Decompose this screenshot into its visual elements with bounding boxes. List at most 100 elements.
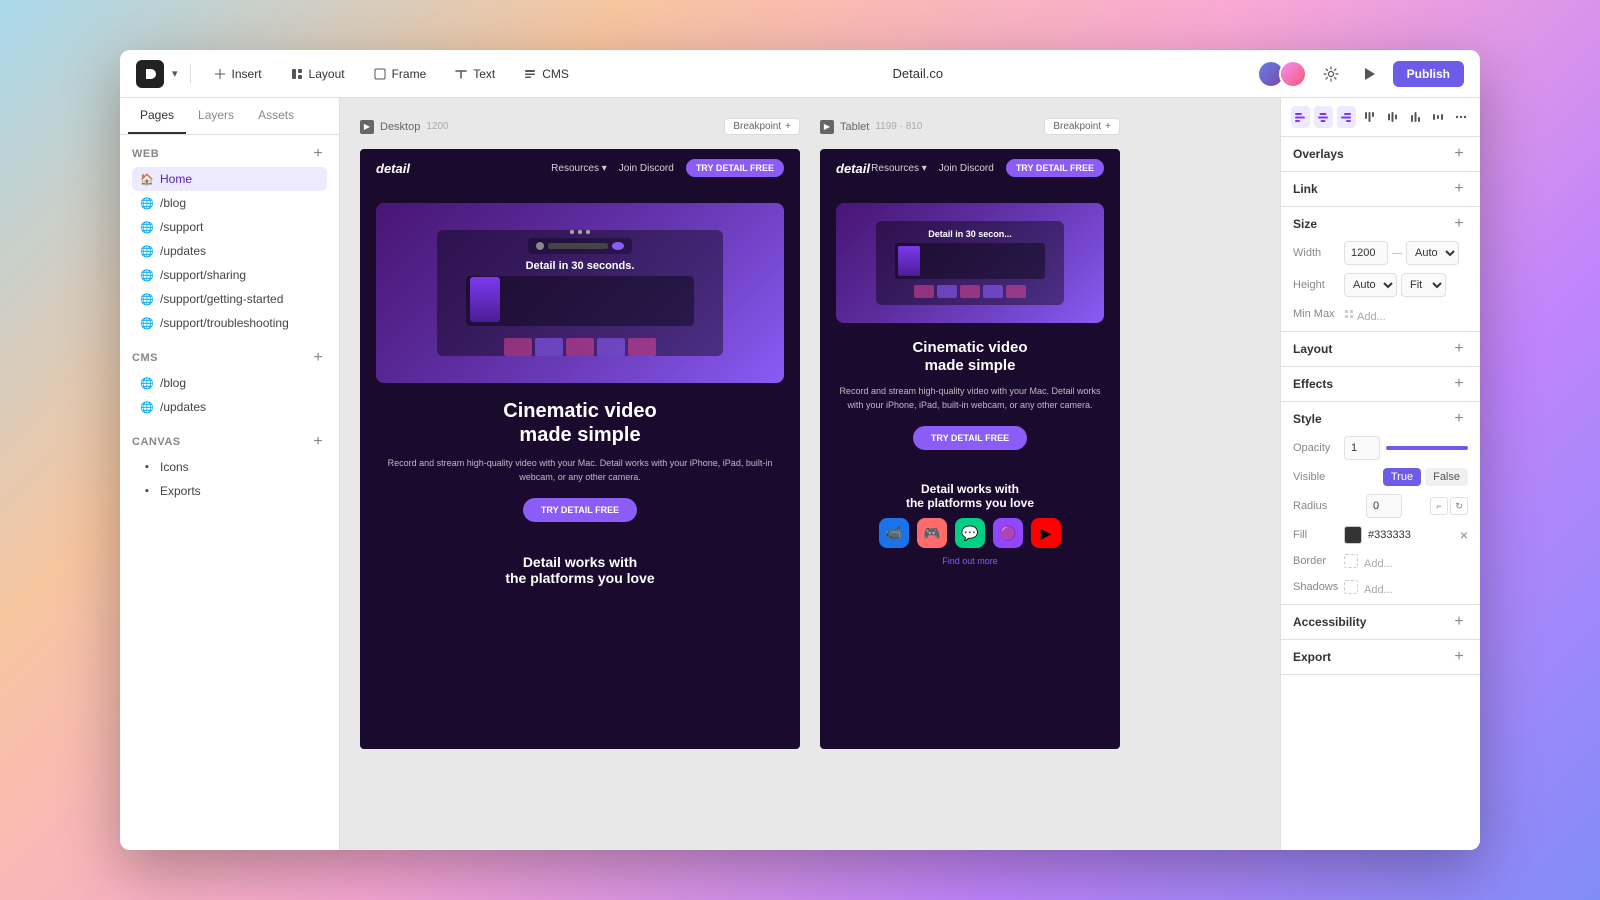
nav-cta[interactable]: TRY DETAIL FREE (686, 159, 784, 177)
tablet-video-inner: Detail in 30 secon... (876, 221, 1064, 305)
width-input[interactable] (1344, 241, 1388, 265)
effects-add-btn[interactable]: + (1450, 375, 1468, 393)
minmax-input-group: Add... (1344, 305, 1468, 323)
tablet-preview[interactable]: detail Resources ▾ Join Discord TRY DETA… (820, 149, 1120, 749)
sidebar-item-updates[interactable]: 🌐 /updates (132, 239, 327, 263)
accessibility-section: Accessibility + (1281, 605, 1480, 640)
radius-input[interactable] (1366, 494, 1402, 518)
opacity-input[interactable] (1344, 436, 1380, 460)
distribute-h-icon[interactable] (1428, 106, 1447, 128)
publish-button[interactable]: Publish (1393, 61, 1464, 87)
shadows-add-label[interactable]: Add... (1364, 584, 1393, 596)
overlays-add-btn[interactable]: + (1450, 145, 1468, 163)
style-title: Style (1293, 412, 1322, 426)
canvas-area[interactable]: ▶ Desktop 1200 Breakpoint + detail Resou… (340, 98, 1280, 850)
link-add-btn[interactable]: + (1450, 180, 1468, 198)
sidebar-item-cms-updates[interactable]: 🌐 /updates (132, 395, 327, 419)
layout-header[interactable]: Layout + (1293, 340, 1468, 358)
accessibility-header[interactable]: Accessibility + (1293, 613, 1468, 631)
tab-pages[interactable]: Pages (128, 98, 186, 134)
align-middle-icon[interactable] (1383, 106, 1402, 128)
height-auto-select[interactable]: Auto px (1344, 273, 1397, 297)
layout-add-btn[interactable]: + (1450, 340, 1468, 358)
fill-color-swatch[interactable] (1344, 526, 1362, 544)
tablet-hero: Detail in 30 secon... (820, 187, 1120, 466)
export-header[interactable]: Export + (1293, 648, 1468, 666)
overlays-header[interactable]: Overlays + (1293, 145, 1468, 163)
visible-true-btn[interactable]: True (1383, 468, 1421, 486)
desktop-breakpoint-label: Breakpoint (733, 121, 781, 132)
desktop-cta-btn[interactable]: TRY DETAIL FREE (523, 498, 637, 522)
desktop-nav-logo: detail (376, 161, 410, 176)
width-unit-select[interactable]: Auto px % (1406, 241, 1459, 265)
left-sidebar: Pages Layers Assets Web + 🏠 Home 🌐 /blog (120, 98, 340, 850)
minmax-add[interactable]: Add... (1344, 305, 1386, 323)
style-add-btn[interactable]: + (1450, 410, 1468, 428)
settings-button[interactable] (1317, 60, 1345, 88)
align-left-icon[interactable] (1291, 106, 1310, 128)
layout-button[interactable]: Layout (280, 62, 355, 86)
text-button[interactable]: Text (444, 62, 505, 86)
sidebar-item-icons[interactable]: ▪ Icons (132, 455, 327, 479)
globe-icon-1: 🌐 (140, 196, 154, 210)
style-header[interactable]: Style + (1293, 410, 1468, 428)
export-add-btn[interactable]: + (1450, 648, 1468, 666)
tablet-video-mockup: Detail in 30 secon... (836, 203, 1104, 323)
frame-icon (373, 67, 387, 81)
link-header[interactable]: Link + (1293, 180, 1468, 198)
canvas-section: Canvas + ▪ Icons ▪ Exports (120, 423, 339, 507)
cms-add-button[interactable]: + (309, 349, 327, 367)
border-add-label[interactable]: Add... (1364, 558, 1393, 570)
radius-all-icon[interactable]: ↻ (1450, 497, 1468, 515)
tablet-breakpoint-btn[interactable]: Breakpoint + (1044, 118, 1120, 135)
tab-assets[interactable]: Assets (246, 98, 306, 134)
align-bottom-icon[interactable] (1405, 106, 1424, 128)
align-top-icon[interactable] (1360, 106, 1379, 128)
canvas-add-button[interactable]: + (309, 433, 327, 451)
tablet-cta-btn[interactable]: TRY DETAIL FREE (913, 426, 1027, 450)
height-fit-select[interactable]: Fit Fill (1401, 273, 1446, 297)
globe-icon-4: 🌐 (140, 268, 154, 282)
size-add-btn[interactable]: + (1450, 215, 1468, 233)
sidebar-item-getting-started[interactable]: 🌐 /support/getting-started (132, 287, 327, 311)
sidebar-item-blog[interactable]: 🌐 /blog (132, 191, 327, 215)
tablet-nav-logo: detail (836, 161, 870, 176)
height-row: Height Auto px Fit Fill (1293, 273, 1468, 297)
sidebar-item-cms-blog[interactable]: 🌐 /blog (132, 371, 327, 395)
accessibility-add-btn[interactable]: + (1450, 613, 1468, 631)
frame-button[interactable]: Frame (363, 62, 437, 86)
opacity-slider[interactable] (1386, 446, 1468, 450)
sidebar-item-support[interactable]: 🌐 /support (132, 215, 327, 239)
size-header[interactable]: Size + (1293, 215, 1468, 233)
desktop-preview[interactable]: detail Resources ▾ Join Discord TRY DETA… (360, 149, 800, 749)
sidebar-item-sharing[interactable]: 🌐 /support/sharing (132, 263, 327, 287)
radius-corner-icon[interactable]: ⌐ (1430, 497, 1448, 515)
tablet-frame-icon: ▶ (820, 120, 834, 134)
find-out-more[interactable]: Find out more (836, 556, 1104, 566)
app-logo[interactable] (136, 60, 164, 88)
sidebar-item-icons-label: Icons (160, 460, 189, 474)
desktop-hero: Detail in 30 seconds. (360, 187, 800, 538)
gear-icon (1323, 66, 1339, 82)
more-options-icon[interactable] (1451, 106, 1470, 128)
sidebar-item-troubleshooting[interactable]: 🌐 /support/troubleshooting (132, 311, 327, 335)
sidebar-item-exports[interactable]: ▪ Exports (132, 479, 327, 503)
play-button[interactable] (1355, 60, 1383, 88)
tablet-nav-cta[interactable]: TRY DETAIL FREE (1006, 159, 1104, 177)
web-add-button[interactable]: + (309, 145, 327, 163)
fill-remove-btn[interactable]: × (1460, 527, 1468, 543)
align-center-icon[interactable] (1314, 106, 1333, 128)
effects-header[interactable]: Effects + (1293, 375, 1468, 393)
sidebar-item-home[interactable]: 🏠 Home (132, 167, 327, 191)
cms-button[interactable]: CMS (513, 62, 579, 86)
desktop-breakpoint-btn[interactable]: Breakpoint + (724, 118, 800, 135)
tab-layers[interactable]: Layers (186, 98, 246, 134)
align-right-icon[interactable] (1337, 106, 1356, 128)
layout-icon (290, 67, 304, 81)
export-title: Export (1293, 650, 1331, 664)
logo-dropdown[interactable]: ▾ (172, 67, 178, 80)
insert-button[interactable]: Insert (203, 62, 272, 86)
tablet-thumb-5 (1006, 285, 1026, 298)
visible-false-btn[interactable]: False (1425, 468, 1468, 486)
desktop-nav: detail Resources ▾ Join Discord TRY DETA… (360, 149, 800, 187)
